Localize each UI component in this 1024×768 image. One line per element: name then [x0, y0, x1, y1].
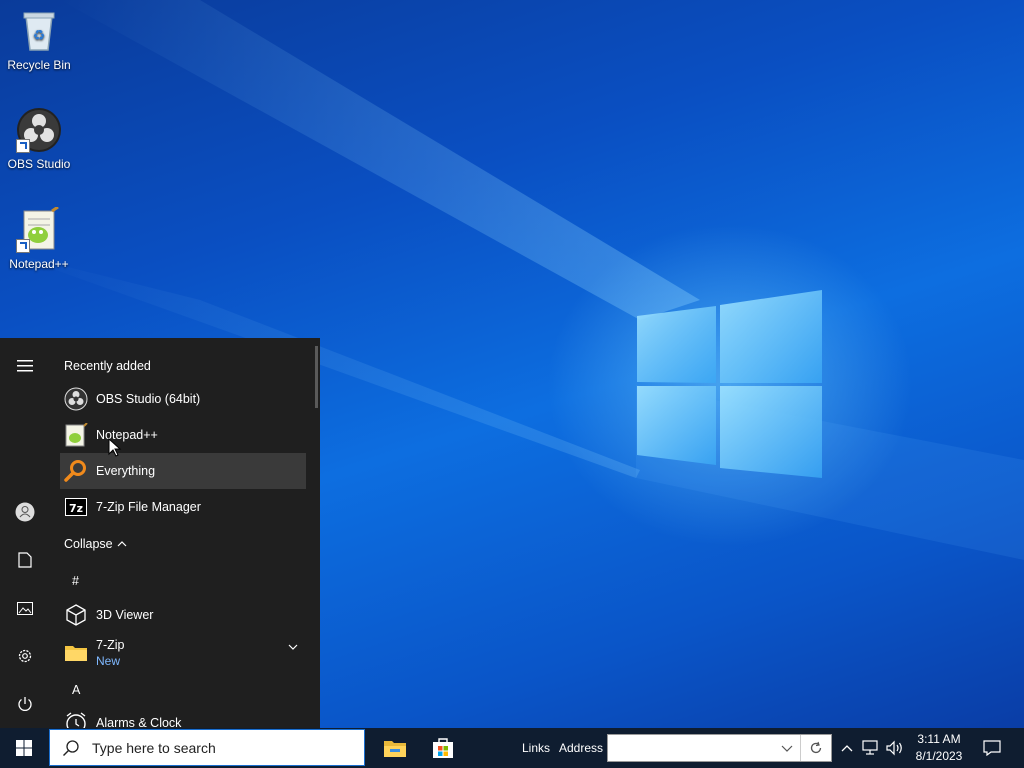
- everything-search-icon: [64, 459, 88, 483]
- app-label: Notepad++: [96, 428, 158, 442]
- alarm-clock-icon: [64, 711, 88, 728]
- app-label: OBS Studio (64bit): [96, 392, 201, 406]
- desktop-icon-label: Recycle Bin: [7, 58, 71, 72]
- collapse-button[interactable]: Collapse: [64, 537, 127, 551]
- notification-icon: [983, 740, 1001, 756]
- file-explorer-icon: [384, 741, 406, 757]
- taskbar: Links Address 3:11 AM 8/1/2023: [0, 728, 1024, 768]
- search-input[interactable]: [90, 738, 354, 757]
- group-header-a[interactable]: A: [72, 683, 80, 697]
- app-item-alarms-clock[interactable]: Alarms & Clock: [60, 705, 306, 728]
- app-item-7zip-file-manager[interactable]: 7z 7-Zip File Manager: [60, 489, 306, 525]
- show-hidden-icons-button[interactable]: [838, 728, 856, 768]
- app-item-7zip-folder[interactable]: 7-Zip New: [60, 633, 306, 673]
- notepadpp-icon: [64, 422, 88, 447]
- taskbar-microsoft-store[interactable]: [419, 728, 467, 768]
- address-label: Address: [559, 741, 604, 755]
- notepadpp-icon: [16, 205, 62, 253]
- windows-logo-icon: [16, 740, 32, 756]
- chevron-down-icon[interactable]: [781, 745, 793, 753]
- mouse-cursor-icon: [108, 438, 122, 457]
- desktop-icon-recycle-bin[interactable]: ♻ Recycle Bin: [1, 8, 77, 72]
- svg-text:7z: 7z: [69, 502, 83, 515]
- clock-date: 8/1/2023: [915, 749, 963, 763]
- taskbar-clock[interactable]: 3:11 AM 8/1/2023: [908, 731, 970, 765]
- start-menu: Recently added OBS Studio (64bit) Notepa…: [0, 338, 320, 728]
- address-field[interactable]: [607, 734, 832, 762]
- app-label: 7-Zip File Manager: [96, 500, 201, 514]
- start-button[interactable]: [0, 728, 48, 768]
- group-header-hash[interactable]: #: [72, 574, 79, 588]
- search-icon: [63, 739, 79, 756]
- recycle-bin-icon: ♻: [16, 8, 62, 54]
- desktop-icon-notepadpp[interactable]: Notepad++: [1, 205, 77, 271]
- pictures-icon[interactable]: [0, 588, 50, 628]
- settings-icon[interactable]: [0, 636, 50, 676]
- clock-time: 3:11 AM: [917, 732, 961, 746]
- app-label: 3D Viewer: [96, 608, 154, 622]
- seven-zip-icon: 7z: [64, 495, 88, 519]
- new-badge: New: [96, 654, 121, 668]
- desktop-icon-label: OBS Studio: [7, 157, 71, 171]
- obs-studio-icon: [16, 107, 62, 153]
- app-label: Alarms & Clock: [96, 716, 182, 728]
- taskbar-file-explorer[interactable]: [371, 728, 419, 768]
- network-icon[interactable]: [860, 728, 882, 768]
- folder-icon: [64, 641, 88, 665]
- app-label: 7-Zip: [96, 638, 125, 652]
- chevron-up-icon: [841, 745, 853, 752]
- action-center-button[interactable]: [978, 728, 1006, 768]
- desktop-icon-label: Notepad++: [9, 257, 69, 271]
- app-item-everything[interactable]: Everything: [60, 453, 306, 489]
- volume-icon[interactable]: [884, 728, 906, 768]
- start-menu-scrollbar[interactable]: [315, 346, 318, 408]
- microsoft-store-icon: [433, 738, 453, 758]
- svg-text:♻: ♻: [33, 28, 46, 44]
- app-item-notepadpp[interactable]: Notepad++: [60, 417, 306, 453]
- links-toolbar[interactable]: Links: [522, 741, 550, 755]
- power-icon[interactable]: [0, 684, 50, 724]
- chevron-up-icon: [117, 541, 127, 547]
- cube-icon: [64, 603, 88, 627]
- start-menu-rail: [0, 338, 50, 728]
- app-item-obs-studio[interactable]: OBS Studio (64bit): [60, 381, 306, 417]
- recently-added-heading: Recently added: [64, 359, 151, 373]
- user-icon[interactable]: [0, 492, 50, 532]
- taskbar-search-box[interactable]: [49, 729, 365, 766]
- app-label: Everything: [96, 464, 156, 478]
- app-item-3d-viewer[interactable]: 3D Viewer: [60, 597, 306, 633]
- desktop-icon-obs-studio[interactable]: OBS Studio: [1, 107, 77, 171]
- obs-studio-icon: [64, 387, 88, 411]
- refresh-button[interactable]: [800, 735, 831, 761]
- shortcut-arrow-icon: [16, 139, 30, 153]
- shortcut-arrow-icon: [16, 239, 30, 253]
- collapse-label: Collapse: [64, 537, 113, 551]
- document-icon[interactable]: [0, 540, 50, 580]
- chevron-down-icon[interactable]: [288, 643, 298, 651]
- hamburger-menu-icon[interactable]: [0, 346, 50, 386]
- refresh-icon: [810, 741, 822, 754]
